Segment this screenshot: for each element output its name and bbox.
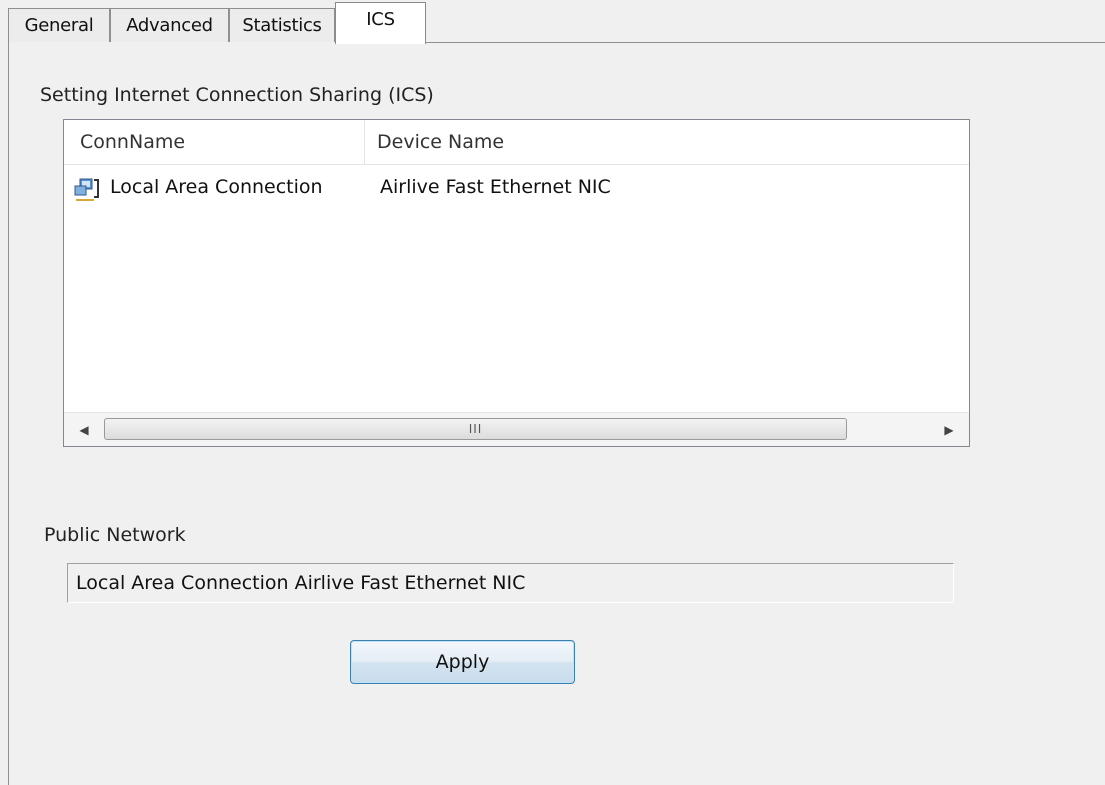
device-name-cell: Airlive Fast Ethernet NIC — [380, 176, 611, 198]
scroll-right-icon[interactable]: ▶ — [931, 413, 967, 446]
ics-section-title: Setting Internet Connection Sharing (ICS… — [40, 84, 434, 106]
apply-button[interactable]: Apply — [350, 640, 575, 684]
scrollbar-thumb[interactable]: III — [104, 418, 847, 440]
tab-divider — [426, 42, 1105, 43]
tab-strip: General Advanced Statistics ICS — [0, 0, 1105, 44]
column-header-device-name[interactable]: Device Name — [377, 120, 504, 164]
public-network-field: Local Area Connection Airlive Fast Ether… — [67, 563, 954, 603]
column-divider[interactable] — [364, 120, 365, 164]
tab-advanced[interactable]: Advanced — [110, 8, 229, 42]
list-header: ConnName Device Name — [64, 120, 969, 165]
list-item[interactable]: Local Area Connection Airlive Fast Ether… — [64, 172, 969, 206]
panel-border — [8, 42, 9, 785]
tab-statistics[interactable]: Statistics — [229, 8, 335, 42]
scrollbar-grip: III — [468, 422, 483, 436]
tab-general[interactable]: General — [8, 8, 110, 42]
connection-list[interactable]: ConnName Device Name Local Area Connecti… — [63, 119, 970, 447]
column-header-connname[interactable]: ConnName — [80, 120, 185, 164]
horizontal-scrollbar[interactable]: ◀ III ▶ — [64, 412, 969, 446]
scroll-left-icon[interactable]: ◀ — [66, 413, 102, 446]
network-connection-icon — [74, 176, 104, 204]
public-network-label: Public Network — [44, 524, 186, 546]
tab-ics[interactable]: ICS — [335, 2, 426, 44]
connname-cell: Local Area Connection — [110, 176, 323, 198]
